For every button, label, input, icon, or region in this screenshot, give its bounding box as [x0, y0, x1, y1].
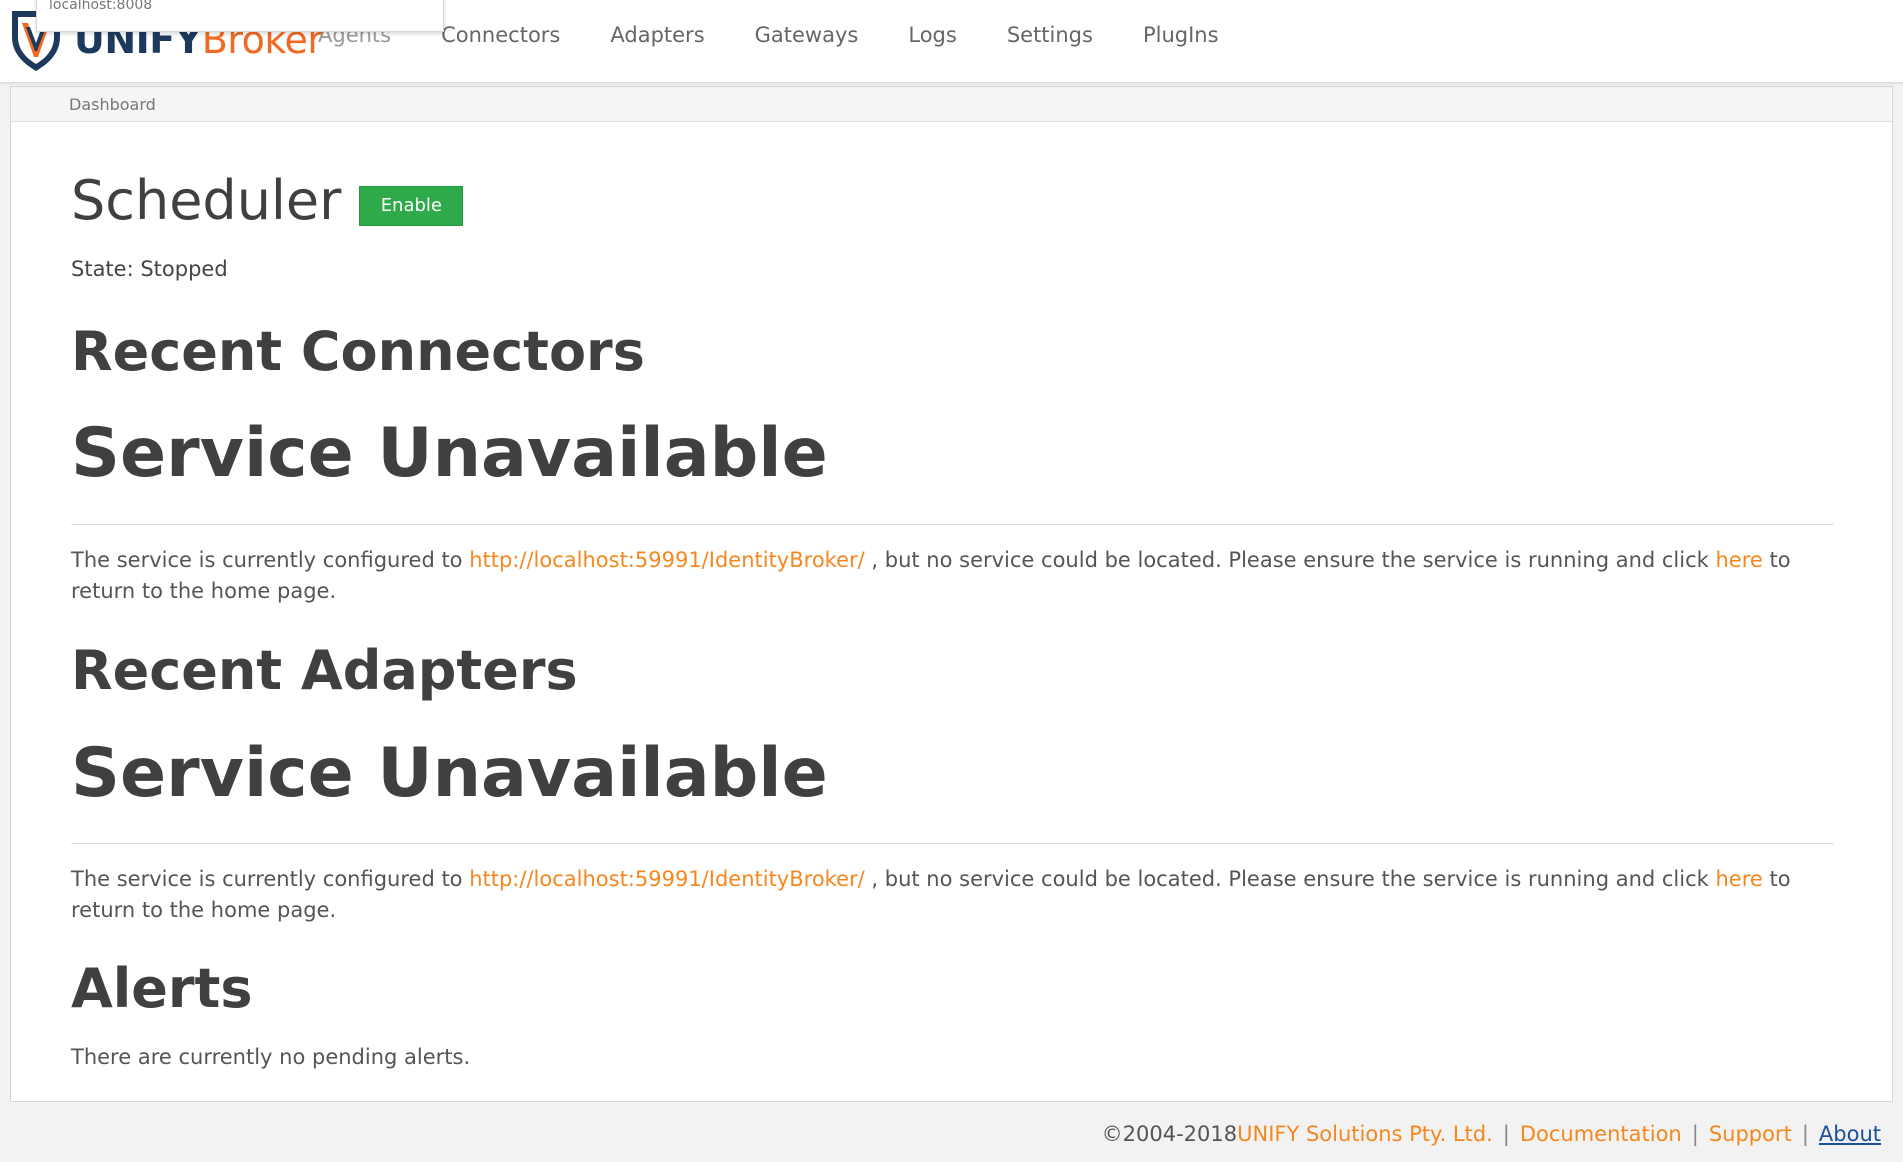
scheduler-header: Scheduler Enable [71, 169, 464, 232]
nav-adapters[interactable]: Adapters [610, 23, 704, 47]
adapters-service-url-link[interactable]: http://localhost:59991/IdentityBroker/ [469, 867, 865, 891]
main-nav: Agents Connectors Adapters Gateways Logs… [318, 0, 1269, 70]
adapters-divider [71, 843, 1834, 844]
connectors-here-link[interactable]: here [1715, 548, 1762, 572]
connectors-service-url-link[interactable]: http://localhost:59991/IdentityBroker/ [469, 548, 865, 572]
footer: ©2004-2018 UNIFY Solutions Pty. Ltd. | D… [1102, 1122, 1881, 1146]
connectors-msg-pre: The service is currently configured to [71, 548, 470, 572]
adapters-here-link[interactable]: here [1715, 867, 1762, 891]
content-panel: Dashboard Scheduler Enable State: Stoppe… [10, 86, 1893, 1102]
connectors-service-unavailable-title: Service Unavailable [71, 414, 828, 493]
scheduler-state: State: Stopped [71, 257, 228, 281]
nav-logs[interactable]: Logs [908, 23, 956, 47]
footer-separator: | [1801, 1122, 1809, 1146]
footer-documentation-link[interactable]: Documentation [1520, 1122, 1682, 1146]
recent-adapters-title: Recent Adapters [71, 639, 578, 702]
adapters-unavailable-message: The service is currently configured to h… [71, 864, 1834, 926]
footer-about-link[interactable]: About [1819, 1122, 1881, 1146]
connectors-divider [71, 524, 1834, 525]
footer-support-link[interactable]: Support [1709, 1122, 1792, 1146]
scheduler-title: Scheduler [71, 169, 342, 232]
footer-org-link[interactable]: UNIFY Solutions Pty. Ltd. [1237, 1122, 1493, 1146]
footer-copyright: ©2004-2018 [1101, 1122, 1238, 1146]
adapters-msg-mid: , but no service could be located. Pleas… [864, 867, 1716, 891]
adapters-service-unavailable-title: Service Unavailable [71, 734, 828, 813]
alerts-message: There are currently no pending alerts. [71, 1045, 471, 1069]
connectors-msg-mid: , but no service could be located. Pleas… [864, 548, 1716, 572]
adapters-msg-pre: The service is currently configured to [71, 867, 470, 891]
footer-separator: | [1502, 1122, 1510, 1146]
nav-gateways[interactable]: Gateways [755, 23, 859, 47]
footer-separator: | [1691, 1122, 1699, 1146]
connectors-unavailable-message: The service is currently configured to h… [71, 545, 1834, 607]
top-navigation-bar: UNIFYBroker Agents Connectors Adapters G… [0, 0, 1903, 83]
enable-button[interactable]: Enable [359, 185, 464, 226]
nav-settings[interactable]: Settings [1007, 23, 1093, 47]
nav-connectors[interactable]: Connectors [441, 23, 560, 47]
alerts-title: Alerts [71, 957, 253, 1020]
recent-connectors-title: Recent Connectors [71, 320, 645, 383]
url-tooltip: localhost:8008 [36, 0, 444, 32]
nav-plugins[interactable]: PlugIns [1143, 23, 1219, 47]
breadcrumb-dashboard[interactable]: Dashboard [69, 95, 156, 114]
breadcrumb-bar: Dashboard [11, 87, 1892, 122]
